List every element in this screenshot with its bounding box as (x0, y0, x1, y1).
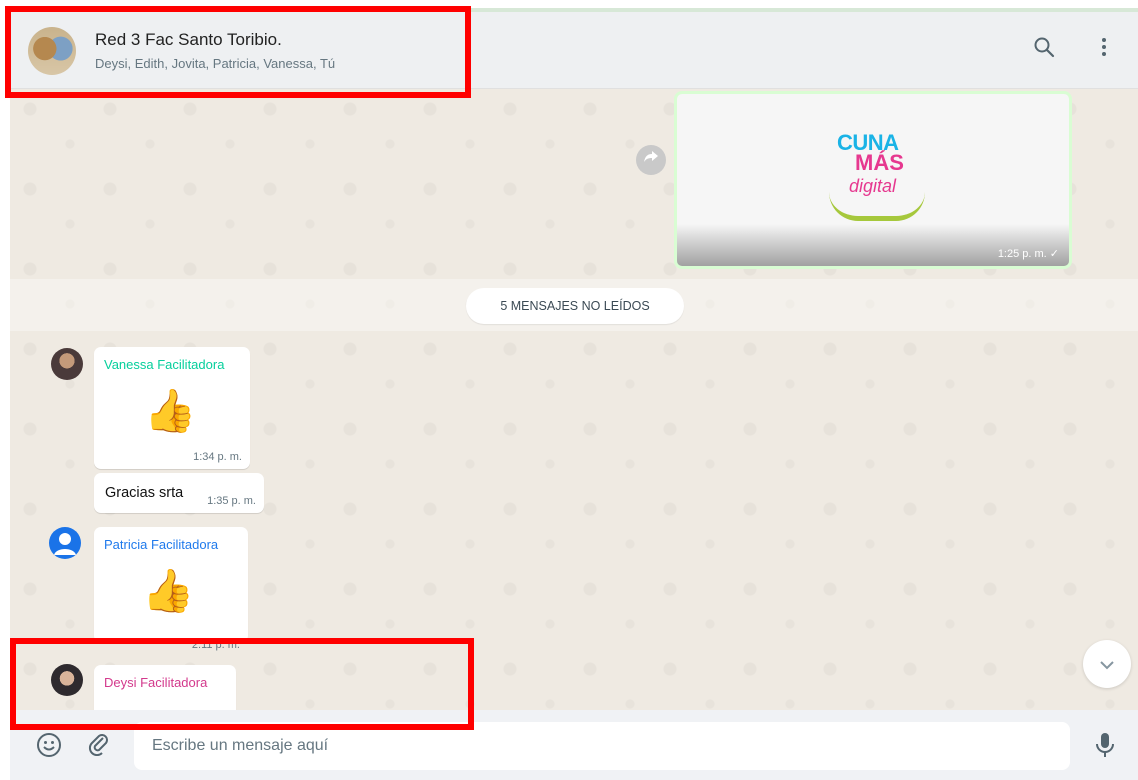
avatar-patricia[interactable] (49, 527, 81, 559)
menu-dots-icon[interactable] (1090, 36, 1118, 64)
message-time: 1:25 p. m. ✓ (997, 248, 1059, 260)
thumbs-up-emoji: 👍 (144, 387, 197, 434)
forward-icon[interactable] (636, 145, 666, 175)
message-text: Gracias srta (105, 485, 184, 501)
highlight-box-header (5, 6, 471, 98)
sender-name[interactable]: Patricia Facilitadora (104, 537, 218, 552)
logo-text-mas: MÁS (855, 150, 904, 175)
emoji-icon[interactable] (34, 732, 64, 762)
sender-name[interactable]: Vanessa Facilitadora (104, 357, 224, 372)
message-bubble[interactable]: Patricia Facilitadora 👍 2:11 p. m. (94, 527, 248, 651)
thumbs-up-emoji: 👍 (142, 567, 195, 614)
message-time: 1:35 p. m. (207, 495, 256, 507)
message-time: 1:34 p. m. (193, 451, 242, 463)
image-message[interactable]: CUNA MÁS digital 1:25 p. m. ✓ (674, 91, 1072, 269)
chat-messages-area[interactable]: CUNA MÁS digital 1:25 p. m. ✓ 5 MENSAJES… (10, 89, 1138, 710)
chevron-down-icon[interactable] (1083, 640, 1131, 688)
mic-icon[interactable] (1090, 732, 1120, 762)
logo-swoosh (829, 192, 925, 221)
highlight-box-deysi (10, 638, 474, 730)
attach-icon[interactable] (84, 732, 114, 762)
search-icon[interactable] (1030, 36, 1058, 64)
message-bubble[interactable]: Gracias srta 1:35 p. m. (94, 473, 264, 513)
message-bubble[interactable]: Vanessa Facilitadora 👍 1:34 p. m. (94, 347, 250, 469)
avatar-vanessa[interactable] (51, 348, 83, 380)
unread-messages-banner: 5 MENSAJES NO LEÍDOS (466, 288, 684, 324)
